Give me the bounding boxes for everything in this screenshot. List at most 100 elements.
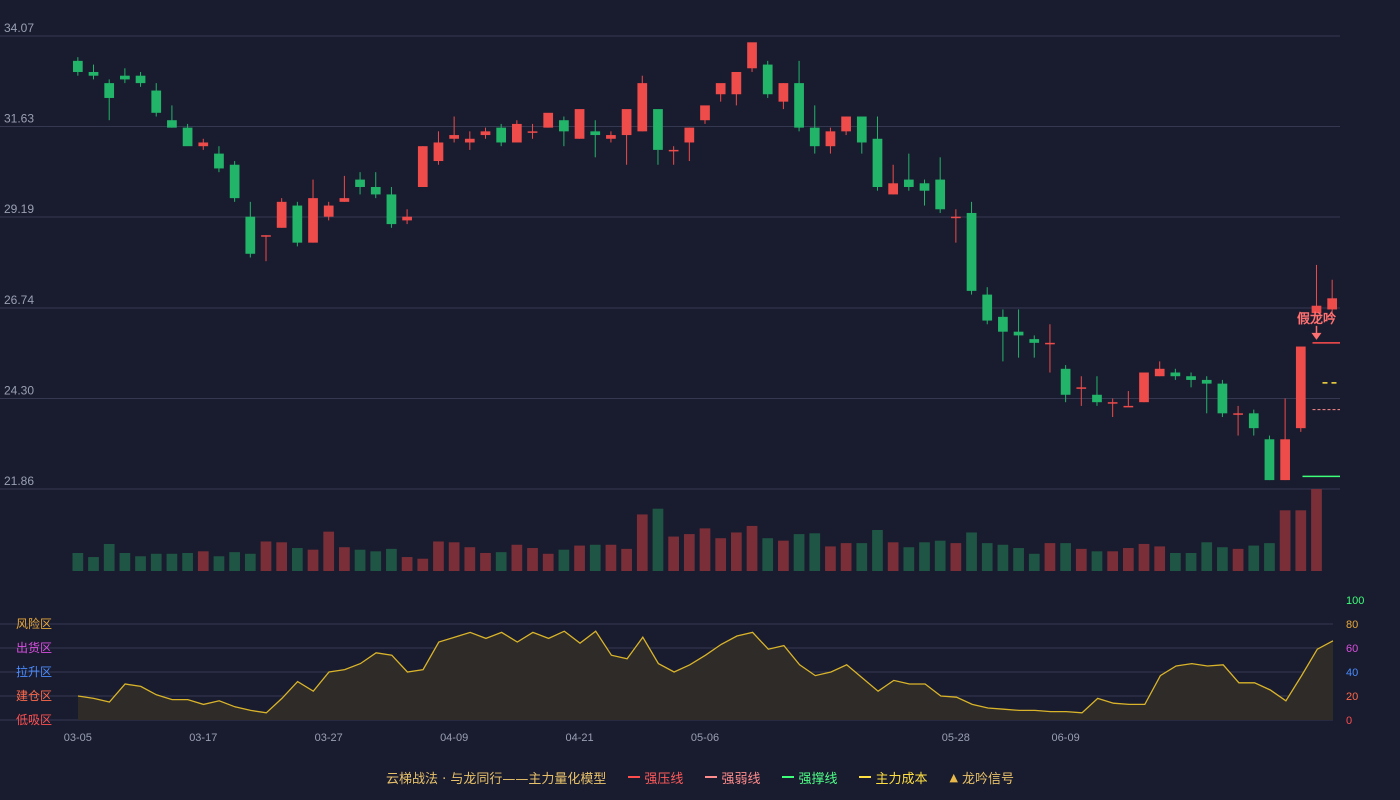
volume-bar xyxy=(433,541,444,571)
candle-body xyxy=(825,131,836,147)
candle-body xyxy=(527,131,538,133)
volume-bar xyxy=(981,543,993,571)
candle-body xyxy=(903,179,914,187)
volume-bar xyxy=(778,540,789,571)
chart-legend: 云梯战法 · 与龙同行——主力量化模型 强压线 强弱线 强撑线 主力成本 ▲ 龙… xyxy=(0,766,1400,788)
candle-body xyxy=(198,142,209,147)
candle-body xyxy=(747,42,757,69)
volume-bar xyxy=(558,549,570,571)
volume-bar xyxy=(809,533,821,571)
volume-bar xyxy=(386,548,397,571)
volume-bar xyxy=(825,546,836,571)
candle-body xyxy=(982,294,993,321)
candle-body xyxy=(621,109,632,136)
candle-body xyxy=(1264,439,1275,481)
candle-body xyxy=(480,131,491,136)
volume-bar xyxy=(229,552,240,571)
candle-body xyxy=(1248,413,1259,429)
volume-bar xyxy=(339,547,350,571)
candle-body xyxy=(684,127,695,143)
y-tick-label: 26.74 xyxy=(4,293,34,307)
volume-bar xyxy=(872,530,883,571)
candle-body xyxy=(778,83,789,102)
volume-bar xyxy=(903,547,915,571)
oscillator-tick-label: 80 xyxy=(1346,619,1358,631)
volume-bar xyxy=(1138,543,1150,571)
volume-bar xyxy=(135,556,146,571)
x-tick-label: 06-09 xyxy=(1052,732,1080,744)
candle-body xyxy=(1029,339,1040,343)
model-area xyxy=(78,631,1333,720)
candle-body xyxy=(1170,372,1181,377)
candle-body xyxy=(449,135,459,139)
candle-body xyxy=(1295,346,1306,429)
candle-body xyxy=(182,127,193,147)
date-axis: 03-05 03-17 03-27 04-09 04-21 05-06 05-28 06-09 xyxy=(64,732,1080,744)
volume-bar xyxy=(511,544,523,571)
volume-bar xyxy=(746,525,758,571)
candle-body xyxy=(308,198,318,243)
candle-body xyxy=(543,112,554,128)
dashed-line-icon xyxy=(859,776,872,778)
volume-bar xyxy=(762,538,774,571)
stock-chart: 34.07 31.63 29.19 26.74 24.30 21.86 假龙吟 100 80… xyxy=(0,21,1364,744)
volume-bar xyxy=(197,551,209,571)
candle-body xyxy=(1107,402,1118,404)
candle-body xyxy=(433,142,444,162)
volume-bar xyxy=(887,542,899,571)
volume-bar xyxy=(119,552,131,571)
legend-title-text: 云梯战法 · 与龙同行——主力量化模型 xyxy=(386,771,607,787)
candle-body xyxy=(809,127,820,147)
candle-body xyxy=(167,120,177,128)
volume-bar xyxy=(448,542,460,571)
oscillator-line xyxy=(77,630,1334,720)
candle-body xyxy=(323,205,334,217)
oscillator-tick-label: 0 xyxy=(1346,715,1352,727)
candle-body xyxy=(386,194,397,225)
candle-body xyxy=(966,212,977,291)
candle-body xyxy=(339,198,350,202)
zone-label: 拉升区 xyxy=(16,664,52,679)
candle-body xyxy=(856,116,867,143)
volume-bar xyxy=(950,543,962,571)
candle-body xyxy=(292,205,303,243)
volume-bar xyxy=(260,541,272,571)
candle-body xyxy=(370,187,381,195)
candle-body xyxy=(715,83,726,95)
candle-body xyxy=(104,83,115,98)
volume-bar xyxy=(574,545,585,571)
candle-body xyxy=(1013,331,1024,336)
candle-body xyxy=(559,120,569,132)
candle-body xyxy=(1154,368,1165,377)
candle-body xyxy=(1045,342,1055,345)
legend-label: 强撑线 xyxy=(798,771,838,787)
candle-body xyxy=(1186,376,1196,380)
candle-body xyxy=(1123,405,1134,408)
candle-body xyxy=(919,183,930,191)
candlestick-series xyxy=(72,42,1338,481)
volume-bar xyxy=(417,558,429,571)
volume-bar xyxy=(103,543,115,571)
volume-bar xyxy=(1013,548,1024,571)
y-tick-label: 24.30 xyxy=(4,383,34,397)
x-tick-label: 05-28 xyxy=(942,732,970,744)
y-tick-label: 21.86 xyxy=(4,474,34,488)
oscillator-tick-label: 40 xyxy=(1346,667,1358,679)
volume-bar xyxy=(589,544,601,571)
candle-body xyxy=(276,201,287,228)
volume-bar xyxy=(840,543,852,571)
volume-bar xyxy=(636,514,648,571)
volume-bar xyxy=(1232,548,1244,571)
zone-label: 低吸区 xyxy=(16,713,52,727)
volume-bar xyxy=(793,534,805,571)
volume-bar xyxy=(1028,553,1040,571)
x-tick-label: 04-09 xyxy=(440,732,468,744)
volume-bar xyxy=(934,540,946,571)
x-tick-label: 03-27 xyxy=(315,732,343,744)
candle-body xyxy=(700,105,710,121)
volume-bar xyxy=(370,551,382,571)
candle-body xyxy=(88,71,99,76)
signal-arrow-head xyxy=(1311,332,1322,340)
x-tick-label: 05-06 xyxy=(691,732,719,744)
candle-body xyxy=(888,183,899,195)
